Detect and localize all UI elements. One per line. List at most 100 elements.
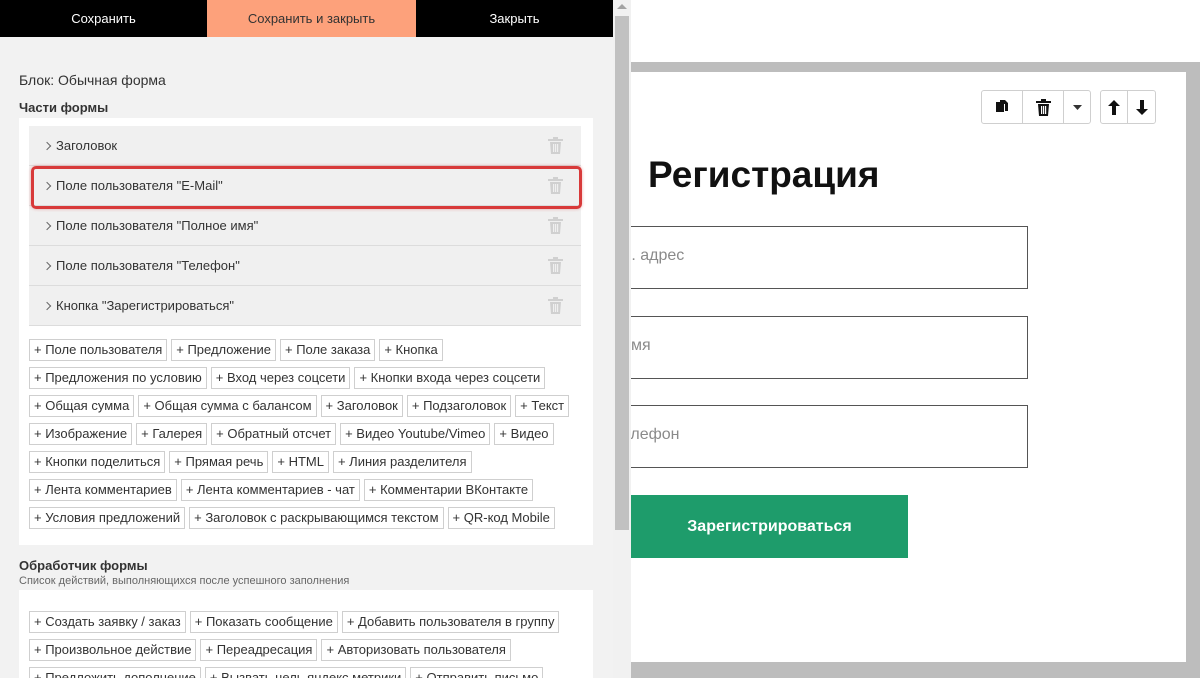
move-up-button[interactable] bbox=[1101, 91, 1128, 123]
close-button[interactable]: Закрыть bbox=[416, 0, 613, 37]
chevron-right-icon bbox=[42, 221, 52, 230]
move-down-button[interactable] bbox=[1128, 91, 1155, 123]
add-buttons-row: + Предложения по условию + Вход через со… bbox=[29, 367, 589, 389]
more-options-button[interactable] bbox=[1064, 91, 1090, 123]
add-buttons-row: + Кнопки поделиться + Прямая речь + HTML… bbox=[29, 451, 589, 473]
add-authorize-user-button[interactable]: + Авторизовать пользователя bbox=[321, 639, 511, 661]
email-placeholder: л. адрес bbox=[631, 247, 685, 264]
register-button[interactable]: Зарегистрироваться bbox=[631, 495, 908, 558]
add-buttons-row: + Изображение + Галерея + Обратный отсче… bbox=[29, 423, 589, 445]
add-send-email-button[interactable]: + Отправить письмо bbox=[410, 667, 544, 678]
add-buttons-row: + Предложить дополнение + Вызвать цель я… bbox=[29, 667, 589, 678]
add-quote-button[interactable]: + Прямая речь bbox=[169, 451, 269, 473]
selected-part-highlight bbox=[31, 166, 582, 209]
add-order-field-button[interactable]: + Поле заказа bbox=[279, 339, 376, 361]
email-field[interactable]: л. адрес bbox=[631, 226, 1028, 289]
add-total-button[interactable]: + Общая сумма bbox=[29, 395, 135, 417]
add-vk-comments-button[interactable]: + Комментарии ВКонтакте bbox=[363, 479, 534, 501]
add-total-with-balance-button[interactable]: + Общая сумма с балансом bbox=[138, 395, 317, 417]
caret-down-icon bbox=[1072, 104, 1082, 110]
form-handler-subtitle: Список действий, выполняющихся после усп… bbox=[19, 575, 350, 587]
add-form-part-buttons: + Поле пользователя + Предложение + Поле… bbox=[29, 339, 589, 535]
add-metrika-goal-button[interactable]: + Вызвать цель яндекс метрики bbox=[204, 667, 407, 678]
editor-topbar: Сохранить Сохранить и закрыть Закрыть bbox=[0, 0, 613, 37]
add-redirect-button[interactable]: + Переадресация bbox=[200, 639, 318, 661]
add-buttons-row: + Общая сумма + Общая сумма с балансом +… bbox=[29, 395, 589, 417]
chevron-right-icon bbox=[42, 301, 52, 310]
form-part-item[interactable]: Заголовок bbox=[29, 126, 581, 166]
add-buttons-row: + Условия предложений + Заголовок с раск… bbox=[29, 507, 589, 529]
arrow-down-icon bbox=[1135, 99, 1148, 115]
form-part-label: Кнопка "Зарегистрироваться" bbox=[56, 298, 234, 313]
form-part-label: Поле пользователя "Полное имя" bbox=[56, 218, 259, 233]
preview-canvas: Регистрация л. адрес имя елефон Зарегист… bbox=[631, 72, 1186, 662]
add-subheading-button[interactable]: + Подзаголовок bbox=[406, 395, 512, 417]
chevron-right-icon bbox=[42, 261, 52, 270]
trash-icon[interactable] bbox=[548, 297, 563, 314]
add-heading-button[interactable]: + Заголовок bbox=[320, 395, 403, 417]
add-social-login-button[interactable]: + Вход через соцсети bbox=[210, 367, 351, 389]
add-custom-action-button[interactable]: + Произвольное действие bbox=[29, 639, 197, 661]
form-title: Регистрация bbox=[648, 154, 880, 195]
form-part-label: Заголовок bbox=[56, 138, 118, 153]
preview-top-area bbox=[631, 0, 1200, 62]
fullname-field[interactable]: имя bbox=[631, 316, 1028, 379]
scroll-up-arrow-icon[interactable] bbox=[617, 4, 627, 9]
add-image-button[interactable]: + Изображение bbox=[29, 423, 133, 445]
trash-icon[interactable] bbox=[548, 137, 563, 154]
form-parts-heading: Части формы bbox=[19, 100, 109, 115]
add-countdown-button[interactable]: + Обратный отсчет bbox=[211, 423, 337, 445]
add-video-button[interactable]: + Видео bbox=[494, 423, 554, 445]
add-offer-button[interactable]: + Предложение bbox=[171, 339, 276, 361]
add-share-buttons-button[interactable]: + Кнопки поделиться bbox=[29, 451, 166, 473]
fullname-placeholder: имя bbox=[631, 337, 651, 354]
editor-panel: Сохранить Сохранить и закрыть Закрыть Бл… bbox=[0, 0, 631, 678]
add-expandable-heading-button[interactable]: + Заголовок с раскрывающимся текстом bbox=[189, 507, 444, 529]
add-social-login-buttons-button[interactable]: + Кнопки входа через соцсети bbox=[354, 367, 546, 389]
arrow-up-icon bbox=[1108, 99, 1120, 115]
chevron-right-icon bbox=[42, 141, 52, 150]
add-divider-button[interactable]: + Линия разделителя bbox=[332, 451, 472, 473]
add-conditional-offers-button[interactable]: + Предложения по условию bbox=[29, 367, 207, 389]
scrollbar-thumb[interactable] bbox=[615, 16, 629, 530]
add-buttons-row: + Произвольное действие + Переадресация … bbox=[29, 639, 589, 661]
add-buttons-row: + Создать заявку / заказ + Показать сооб… bbox=[29, 611, 589, 633]
block-type-label: Блок: Обычная форма bbox=[19, 72, 166, 88]
add-buttons-row: + Поле пользователя + Предложение + Поле… bbox=[29, 339, 589, 361]
add-gallery-button[interactable]: + Галерея bbox=[136, 423, 208, 445]
add-button-button[interactable]: + Кнопка bbox=[379, 339, 443, 361]
save-button[interactable]: Сохранить bbox=[0, 0, 207, 37]
add-offer-terms-button[interactable]: + Условия предложений bbox=[29, 507, 186, 529]
copy-block-button[interactable] bbox=[982, 91, 1023, 123]
form-parts-list: Заголовок Поле пользователя "E-Mail" Пол… bbox=[29, 126, 581, 326]
add-user-to-group-button[interactable]: + Добавить пользователя в группу bbox=[341, 611, 560, 633]
trash-icon bbox=[1035, 98, 1051, 116]
form-part-item[interactable]: Поле пользователя "Полное имя" bbox=[29, 206, 581, 246]
block-move-toolbar bbox=[1100, 90, 1156, 124]
register-button-label: Зарегистрироваться bbox=[687, 517, 852, 535]
add-comments-chat-button[interactable]: + Лента комментариев - чат bbox=[180, 479, 360, 501]
save-and-close-button[interactable]: Сохранить и закрыть bbox=[207, 0, 416, 37]
delete-block-button[interactable] bbox=[1023, 91, 1064, 123]
add-create-order-button[interactable]: + Создать заявку / заказ bbox=[29, 611, 186, 633]
add-user-field-button[interactable]: + Поле пользователя bbox=[29, 339, 168, 361]
form-handler-heading: Обработчик формы bbox=[19, 558, 148, 573]
phone-placeholder: елефон bbox=[631, 426, 680, 443]
form-part-item[interactable]: Поле пользователя "Телефон" bbox=[29, 246, 581, 286]
form-part-item[interactable]: Кнопка "Зарегистрироваться" bbox=[29, 286, 581, 326]
add-text-button[interactable]: + Текст bbox=[515, 395, 570, 417]
trash-icon[interactable] bbox=[548, 257, 563, 274]
trash-icon[interactable] bbox=[548, 217, 563, 234]
form-part-label: Поле пользователя "Телефон" bbox=[56, 258, 240, 273]
add-youtube-video-button[interactable]: + Видео Youtube/Vimeo bbox=[340, 423, 491, 445]
phone-field[interactable]: елефон bbox=[631, 405, 1028, 468]
add-show-message-button[interactable]: + Показать сообщение bbox=[189, 611, 338, 633]
add-upsell-button[interactable]: + Предложить дополнение bbox=[29, 667, 201, 678]
block-edit-toolbar bbox=[981, 90, 1091, 124]
add-handler-buttons: + Создать заявку / заказ + Показать сооб… bbox=[29, 611, 589, 678]
add-comments-feed-button[interactable]: + Лента комментариев bbox=[29, 479, 177, 501]
copy-icon bbox=[996, 100, 1008, 112]
add-buttons-row: + Лента комментариев + Лента комментарие… bbox=[29, 479, 589, 501]
add-qr-code-button[interactable]: + QR-код Mobile bbox=[447, 507, 555, 529]
add-html-button[interactable]: + HTML bbox=[272, 451, 329, 473]
